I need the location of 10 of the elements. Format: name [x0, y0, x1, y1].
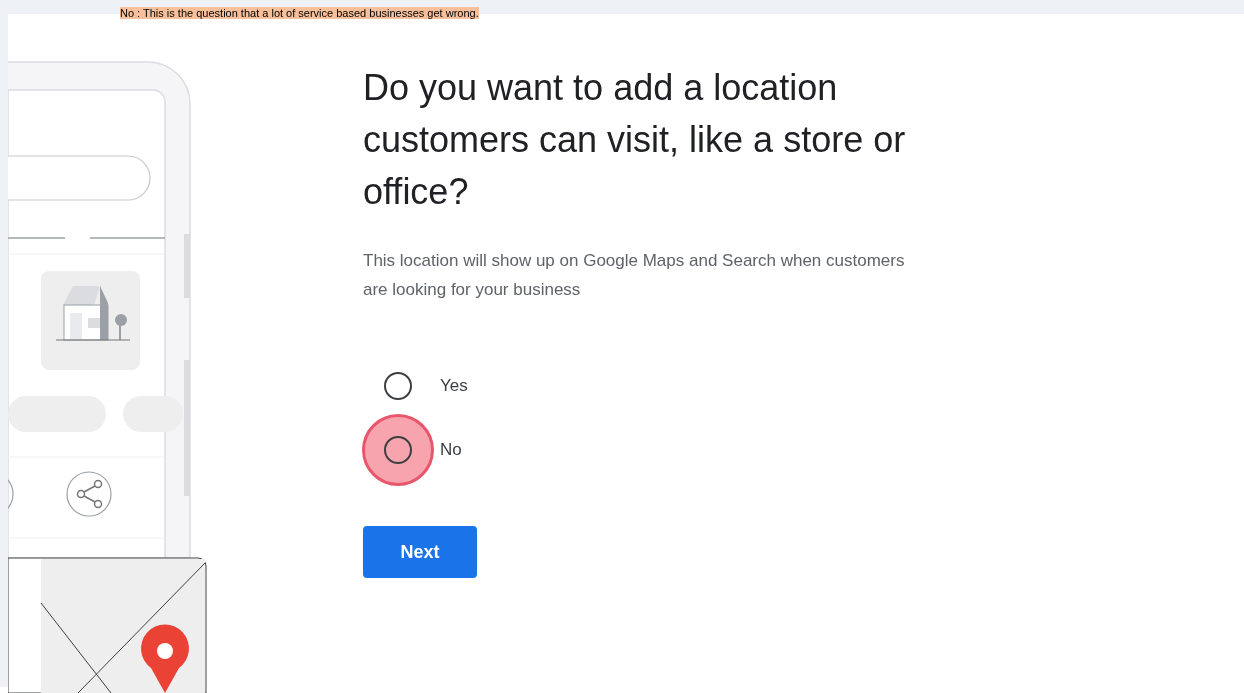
question-description: This location will show up on Google Maps and Search when customers are looking for your business — [363, 250, 906, 301]
radio-button[interactable] — [384, 436, 412, 464]
question-heading: Do you want to add a location customers can visit, like a store or office? — [363, 66, 907, 214]
radio-button[interactable] — [384, 372, 412, 400]
share-icon — [66, 471, 112, 517]
next-button[interactable]: Next — [363, 526, 477, 578]
store-icon — [55, 286, 131, 341]
option-label[interactable]: Yes — [440, 373, 468, 399]
option-label[interactable]: No — [440, 437, 462, 463]
caption-text: No : This is the question that a lot of service based businesses get wrong. — [120, 7, 479, 20]
